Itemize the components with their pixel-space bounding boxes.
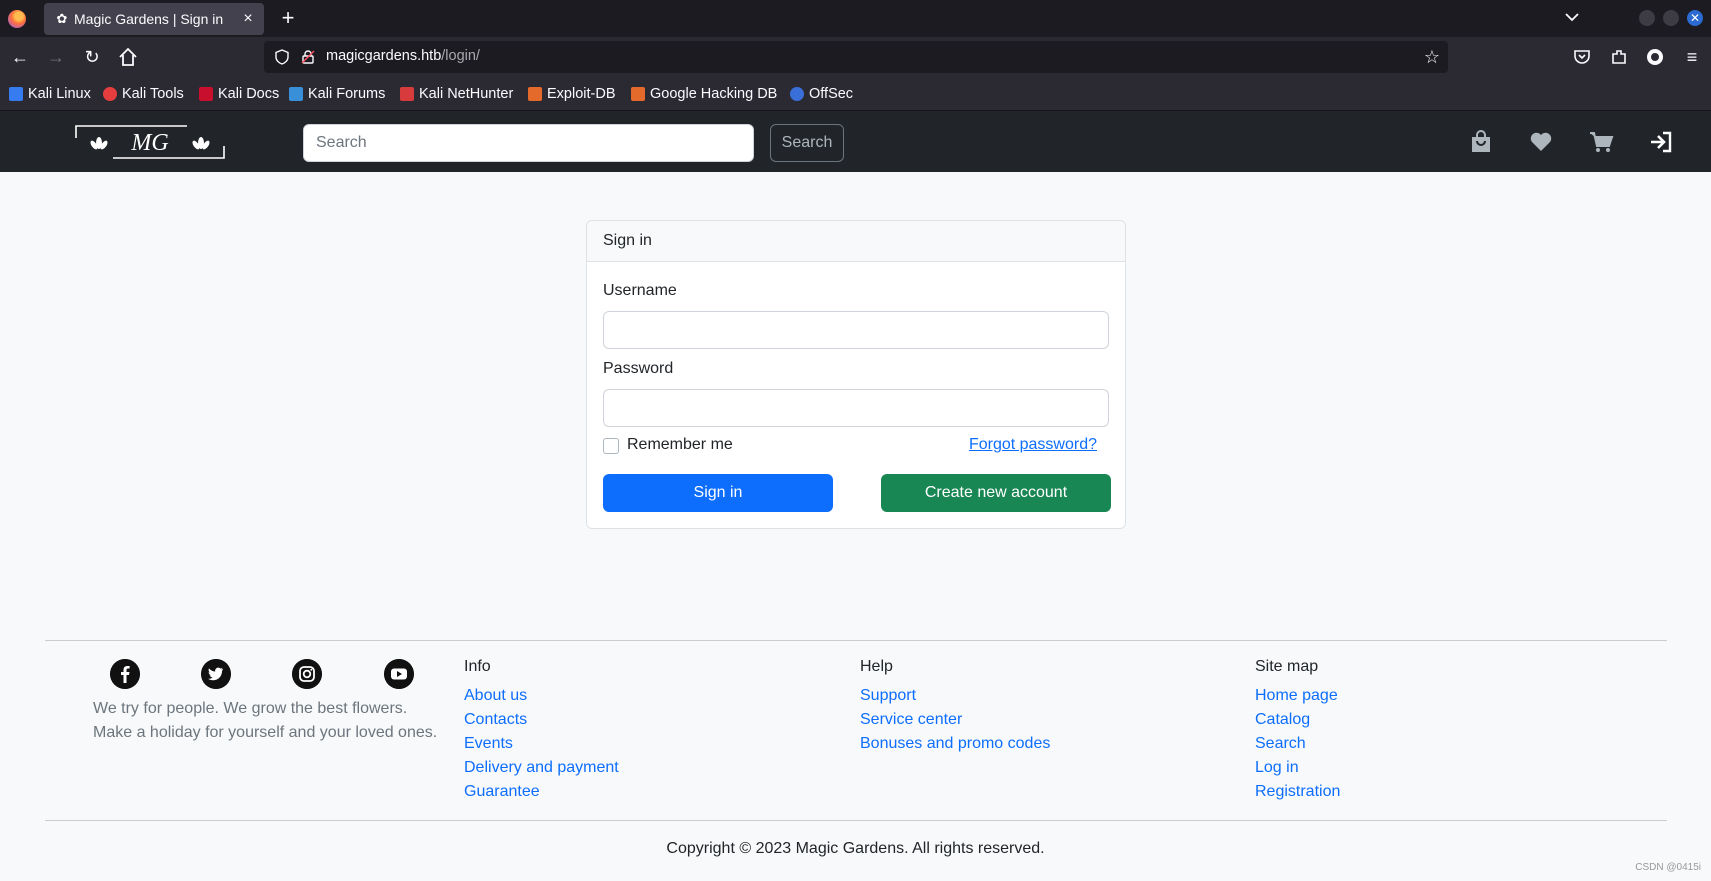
bookmark-label: Kali Tools	[122, 86, 184, 102]
maximize-window-icon[interactable]	[1663, 10, 1679, 26]
password-input[interactable]	[603, 389, 1109, 427]
close-window-icon[interactable]: ✕	[1687, 10, 1703, 26]
sign-in-button[interactable]: Sign in	[603, 474, 833, 512]
remember-me-checkbox[interactable]	[603, 438, 619, 454]
sign-in-icon[interactable]	[1648, 129, 1674, 155]
footer-link-guarantee[interactable]: Guarantee	[464, 783, 540, 801]
chevron-down-icon[interactable]	[1563, 8, 1581, 26]
new-tab-icon[interactable]: +	[278, 5, 298, 31]
watermark: CSDN @0415i	[1635, 862, 1701, 873]
footer-col-title-sitemap: Site map	[1255, 658, 1319, 675]
offsec-icon	[790, 87, 804, 101]
bookmark-exploit-db[interactable]: Exploit-DB	[528, 85, 616, 103]
bookmark-label: OffSec	[809, 86, 854, 102]
footer-tagline-2: Make a holiday for yourself and your lov…	[93, 724, 438, 741]
footer-link-support[interactable]: Support	[860, 687, 916, 705]
remember-me-label[interactable]: Remember me	[627, 436, 733, 454]
bookmark-kali-docs[interactable]: Kali Docs	[199, 85, 279, 103]
bookmark-label: Kali NetHunter	[419, 86, 514, 102]
bookmark-google-hacking-db[interactable]: Google Hacking DB	[631, 85, 777, 103]
browser-tab-bar: ✿ Magic Gardens | Sign in × + ✕	[0, 0, 1711, 37]
exploit-db-icon	[528, 87, 542, 101]
heart-icon[interactable]	[1528, 129, 1554, 155]
bookmark-star-icon[interactable]: ☆	[1424, 47, 1440, 67]
instagram-icon[interactable]	[292, 659, 322, 689]
footer-link-home[interactable]: Home page	[1255, 687, 1338, 705]
bookmark-label: Kali Linux	[28, 86, 91, 102]
footer-divider-top	[45, 640, 1667, 641]
account-icon[interactable]	[1645, 47, 1665, 67]
reload-icon[interactable]: ↻	[80, 45, 104, 69]
browser-toolbar: ← → ↻ magicgardens.htb/login/ ☆ ≡	[0, 37, 1711, 77]
footer-link-bonuses[interactable]: Bonuses and promo codes	[860, 735, 1050, 753]
shield-icon[interactable]	[274, 49, 290, 65]
magic-gardens-logo[interactable]: MG	[75, 124, 225, 160]
sign-in-card: Sign in Username Password Remember me Fo…	[586, 220, 1126, 529]
username-label: Username	[603, 282, 677, 299]
footer-link-delivery[interactable]: Delivery and payment	[464, 759, 619, 777]
card-title: Sign in	[587, 221, 1125, 262]
back-icon[interactable]: ←	[8, 45, 32, 69]
footer-link-search[interactable]: Search	[1255, 735, 1306, 753]
bookmark-label: Kali Forums	[308, 86, 386, 102]
footer-link-events[interactable]: Events	[464, 735, 513, 753]
url-host: magicgardens.htb	[326, 48, 442, 64]
footer-link-registration[interactable]: Registration	[1255, 783, 1340, 801]
url-path: /login/	[441, 48, 480, 64]
lotus-favicon-icon: ✿	[56, 11, 68, 26]
footer-link-service-center[interactable]: Service center	[860, 711, 962, 729]
search-button[interactable]: Search	[770, 124, 844, 162]
footer-col-title-help: Help	[860, 658, 893, 675]
footer-link-catalog[interactable]: Catalog	[1255, 711, 1310, 729]
url-bar[interactable]: magicgardens.htb/login/ ☆	[264, 41, 1448, 73]
browser-tab[interactable]: ✿ Magic Gardens | Sign in ×	[44, 3, 264, 35]
password-label: Password	[603, 360, 674, 377]
bookmark-label: Exploit-DB	[547, 86, 616, 102]
kali-tools-icon	[103, 87, 117, 101]
footer-divider-bottom	[45, 820, 1667, 821]
cart-icon[interactable]	[1588, 129, 1614, 155]
pocket-icon[interactable]	[1572, 47, 1592, 67]
home-icon[interactable]	[117, 46, 139, 68]
facebook-icon[interactable]	[110, 659, 140, 689]
ghdb-icon	[631, 87, 645, 101]
twitter-icon[interactable]	[201, 659, 231, 689]
footer-tagline-1: We try for people. We grow the best flow…	[93, 700, 408, 717]
firefox-icon[interactable]	[8, 10, 26, 28]
menu-icon[interactable]: ≡	[1680, 45, 1704, 69]
bookmark-offsec[interactable]: OffSec	[790, 85, 853, 103]
minimize-window-icon[interactable]	[1639, 10, 1655, 26]
bookmark-label: Kali Docs	[218, 86, 280, 102]
footer-link-about-us[interactable]: About us	[464, 687, 527, 705]
bag-icon[interactable]	[1468, 129, 1494, 155]
youtube-icon[interactable]	[384, 659, 414, 689]
kali-dragon-icon	[9, 87, 23, 101]
bookmark-kali-nethunter[interactable]: Kali NetHunter	[400, 85, 513, 103]
logo-text: MG	[130, 130, 168, 156]
footer-link-contacts[interactable]: Contacts	[464, 711, 527, 729]
bookmark-kali-forums[interactable]: Kali Forums	[289, 85, 385, 103]
copyright-text: Copyright © 2023 Magic Gardens. All righ…	[666, 840, 1045, 857]
lock-icon[interactable]	[300, 49, 316, 65]
bookmarks-bar: Kali Linux Kali Tools Kali Docs Kali For…	[0, 77, 1711, 111]
footer-col-title-info: Info	[464, 658, 491, 675]
forgot-password-link[interactable]: Forgot password?	[969, 436, 1097, 454]
footer-link-log-in[interactable]: Log in	[1255, 759, 1299, 777]
nethunter-icon	[400, 87, 414, 101]
extensions-icon[interactable]	[1609, 47, 1629, 67]
url-text[interactable]: magicgardens.htb/login/	[326, 48, 480, 64]
close-tab-icon[interactable]: ×	[240, 9, 256, 29]
bookmark-kali-tools[interactable]: Kali Tools	[103, 85, 184, 103]
bookmark-kali-linux[interactable]: Kali Linux	[9, 85, 91, 103]
site-header: MG Search	[0, 111, 1711, 172]
username-input[interactable]	[603, 311, 1109, 349]
bookmark-label: Google Hacking DB	[650, 86, 778, 102]
kali-docs-icon	[199, 87, 213, 101]
tab-title: Magic Gardens | Sign in	[74, 11, 224, 27]
search-input[interactable]	[303, 124, 754, 162]
kali-forums-icon	[289, 87, 303, 101]
create-account-button[interactable]: Create new account	[881, 474, 1111, 512]
forward-icon[interactable]: →	[44, 45, 68, 69]
